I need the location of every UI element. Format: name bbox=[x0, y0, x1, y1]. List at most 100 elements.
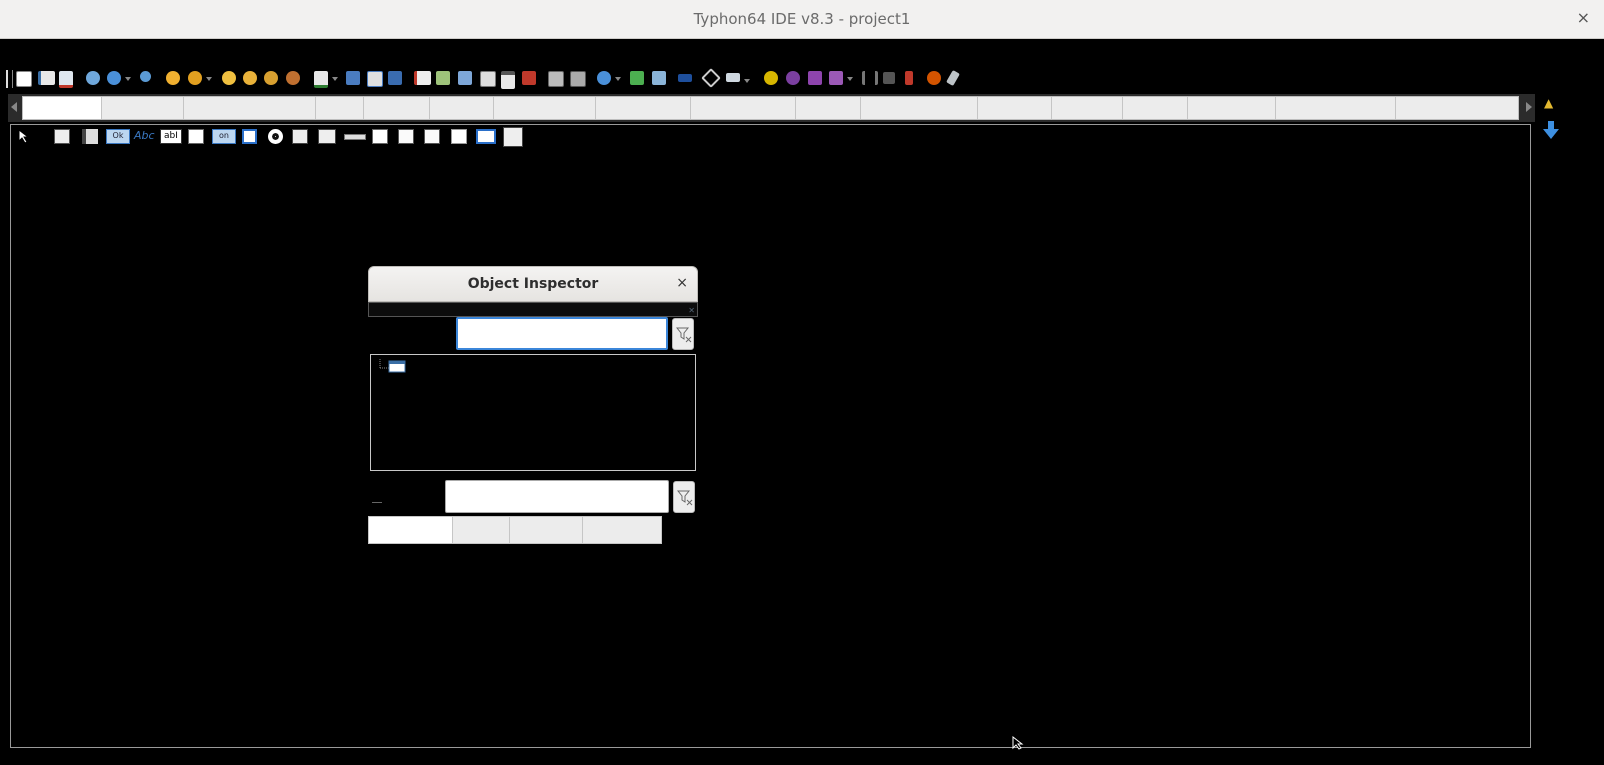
palette-tab-8[interactable] bbox=[596, 97, 691, 119]
window-titlebar: Typhon64 IDE v8.3 - project1 × bbox=[0, 0, 1604, 39]
open-recent-icon[interactable] bbox=[107, 71, 131, 85]
inspect-icon[interactable] bbox=[264, 71, 278, 85]
pointer-icon[interactable] bbox=[18, 129, 30, 144]
search-again-icon[interactable] bbox=[188, 71, 212, 85]
run-play-icon[interactable] bbox=[808, 71, 822, 85]
palette-tab-4[interactable] bbox=[316, 97, 364, 119]
palette-tab-1[interactable] bbox=[23, 97, 102, 119]
add-to-project-icon[interactable] bbox=[222, 71, 236, 85]
palette-tab-9[interactable] bbox=[691, 97, 796, 119]
remove-from-project-icon[interactable] bbox=[243, 71, 257, 85]
find-in-files-icon[interactable] bbox=[166, 71, 180, 85]
clear-property-filter-button[interactable] bbox=[673, 481, 695, 513]
find-icon[interactable] bbox=[140, 71, 151, 82]
build-all-icon[interactable] bbox=[652, 71, 666, 85]
component-tree[interactable] bbox=[370, 354, 696, 471]
palette-tab-15[interactable] bbox=[1188, 97, 1276, 119]
save-icon[interactable] bbox=[346, 71, 360, 85]
popup-menu-icon[interactable] bbox=[82, 129, 98, 144]
pause-icon[interactable] bbox=[862, 71, 878, 85]
book-icon[interactable] bbox=[678, 74, 692, 82]
bug-icon[interactable] bbox=[286, 71, 300, 85]
label-icon[interactable]: Abc bbox=[134, 129, 158, 144]
new-form-icon[interactable] bbox=[38, 71, 55, 85]
edit-icon[interactable]: abI bbox=[160, 129, 182, 144]
palette-tab-strip bbox=[22, 96, 1519, 120]
main-menu-icon[interactable] bbox=[54, 129, 70, 144]
palette-tab-5[interactable] bbox=[364, 97, 430, 119]
form-node-icon[interactable] bbox=[377, 359, 407, 373]
binoculars-icon[interactable] bbox=[548, 71, 564, 87]
expand-down-arrow-icon[interactable] bbox=[1542, 120, 1560, 140]
compile-icon[interactable] bbox=[630, 71, 644, 85]
step-out-icon[interactable] bbox=[946, 69, 960, 87]
toolbar-grip[interactable] bbox=[6, 70, 13, 88]
component-filter-input[interactable] bbox=[456, 317, 668, 350]
new-unit-icon[interactable] bbox=[59, 71, 73, 88]
open-icon[interactable] bbox=[86, 71, 100, 85]
action-list-icon[interactable] bbox=[503, 127, 523, 147]
palette-tab-17[interactable] bbox=[1396, 97, 1518, 119]
step-over-icon[interactable] bbox=[927, 71, 941, 85]
toggle-form-unit-icon[interactable] bbox=[458, 71, 472, 85]
palette-tab-2[interactable] bbox=[102, 97, 184, 119]
step-into-icon[interactable] bbox=[905, 71, 913, 85]
window-close-button[interactable]: × bbox=[1577, 8, 1590, 27]
settings-gear-icon[interactable] bbox=[764, 71, 778, 85]
memo-icon[interactable] bbox=[188, 129, 204, 144]
purple-gear-icon[interactable] bbox=[786, 71, 800, 85]
toggle-box-icon[interactable]: on bbox=[212, 129, 236, 144]
palette-tab-16[interactable] bbox=[1276, 97, 1396, 119]
button-icon[interactable]: Ok bbox=[106, 129, 130, 144]
palette-tab-11[interactable] bbox=[861, 97, 978, 119]
scrollbar-icon[interactable] bbox=[344, 134, 366, 140]
palette-tab-3[interactable] bbox=[184, 97, 316, 119]
view-units-icon[interactable] bbox=[414, 71, 431, 85]
groupbox-icon[interactable] bbox=[372, 129, 388, 144]
tools-icon[interactable] bbox=[701, 68, 721, 88]
listbox-icon[interactable] bbox=[292, 129, 308, 144]
radio-button-icon[interactable] bbox=[268, 129, 283, 144]
combobox-icon[interactable] bbox=[318, 129, 336, 144]
panel-icon[interactable] bbox=[451, 129, 467, 144]
frame-icon[interactable] bbox=[476, 129, 496, 144]
messages-icon[interactable] bbox=[501, 71, 515, 89]
palette-tab-6[interactable] bbox=[430, 97, 494, 119]
tab-scroll-right-icon[interactable] bbox=[1526, 102, 1532, 112]
object-inspector-header[interactable]: Object Inspector × bbox=[368, 266, 698, 302]
components-icon[interactable] bbox=[480, 71, 496, 87]
palette-tab-7[interactable] bbox=[494, 97, 596, 119]
palette-tab-13[interactable] bbox=[1052, 97, 1123, 119]
tab-favorites[interactable] bbox=[509, 516, 583, 544]
tab-scroll-left-icon[interactable] bbox=[11, 102, 17, 112]
window-title: Typhon64 IDE v8.3 - project1 bbox=[693, 10, 911, 28]
checkbox-icon[interactable] bbox=[242, 129, 257, 144]
property-filter-input[interactable] bbox=[445, 480, 669, 513]
strip-close-icon[interactable]: ✕ bbox=[688, 306, 695, 315]
jump-icon[interactable] bbox=[314, 71, 338, 88]
save-all-icon[interactable] bbox=[388, 71, 402, 85]
view-forms-icon[interactable] bbox=[436, 71, 450, 85]
palette-tab-12[interactable] bbox=[978, 97, 1052, 119]
collapse-up-icon[interactable]: ▲ bbox=[1544, 96, 1553, 110]
tab-properties[interactable] bbox=[368, 516, 453, 544]
build-icon[interactable] bbox=[597, 71, 621, 85]
stop-icon[interactable] bbox=[883, 72, 895, 84]
form-designer-area[interactable] bbox=[10, 124, 1531, 748]
tab-restricted[interactable] bbox=[582, 516, 662, 544]
radio-group-icon[interactable] bbox=[398, 129, 414, 144]
tab-events[interactable] bbox=[452, 516, 510, 544]
stacked-windows-icon[interactable] bbox=[522, 71, 536, 85]
object-inspector-close-button[interactable]: × bbox=[676, 275, 688, 291]
object-inspector-window: Object Inspector × ✕ bbox=[368, 266, 698, 544]
palette-tab-10[interactable] bbox=[796, 97, 861, 119]
filter-clear-icon bbox=[676, 327, 692, 343]
binoculars-alt-icon[interactable] bbox=[570, 71, 586, 87]
checkgroup-icon[interactable] bbox=[424, 129, 440, 144]
monitor-icon[interactable] bbox=[726, 73, 750, 83]
new-file-icon[interactable] bbox=[16, 71, 32, 87]
step-icon[interactable] bbox=[829, 71, 853, 85]
palette-tab-14[interactable] bbox=[1123, 97, 1188, 119]
save-as-icon[interactable] bbox=[367, 71, 383, 87]
clear-component-filter-button[interactable] bbox=[672, 318, 694, 350]
